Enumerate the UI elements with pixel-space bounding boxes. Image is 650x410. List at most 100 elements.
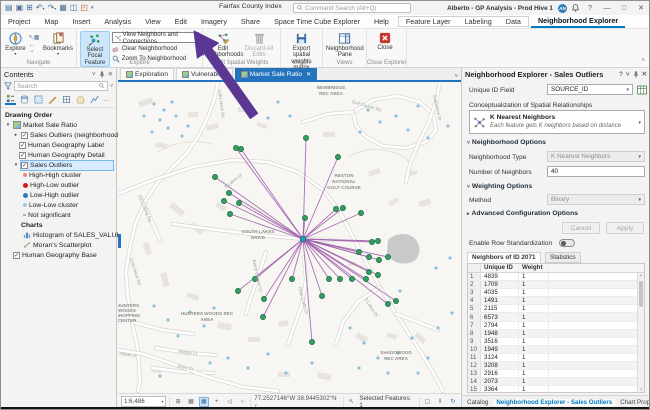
neighbor-point[interactable] [221,198,226,203]
neighbor-point[interactable] [385,254,390,259]
bottom-tab-neighborhood-explorer-sales-outliers[interactable]: Neighborhood Explorer - Sales Outliers [493,399,615,406]
feature-point[interactable] [426,356,429,359]
table-row[interactable]: 340351 [468,289,644,297]
paste-icon[interactable]: ◰ [80,3,88,13]
list-by-charts-icon[interactable] [89,94,100,105]
feature-point[interactable] [158,374,161,377]
add-feature-icon[interactable]: ⊞ [173,397,183,407]
bottom-tab-chart-properties[interactable]: Chart Properties [617,399,650,406]
neighbor-point[interactable] [385,301,390,306]
neighbor-point[interactable] [289,276,294,281]
feature-point[interactable] [166,318,169,321]
pane-menu-icon[interactable]: ˅ [626,71,630,78]
tree-item-human-geography-base[interactable]: ✓ Human Geography Base [5,250,116,260]
neighbor-point[interactable] [349,276,354,281]
tree-item-moran-scatterplot[interactable]: Moran's Scatterplot [5,240,116,250]
contents-search-input[interactable]: Search [14,81,108,91]
menu-tab-map[interactable]: Map [37,15,65,28]
filter-icon[interactable] [4,82,12,90]
feature-point[interactable] [310,361,313,364]
neighbor-point[interactable] [369,239,374,244]
neighbor-point[interactable] [337,276,342,281]
grid-toggle-icon[interactable]: ▦ [199,397,209,407]
table-row[interactable]: 217091 [468,281,644,289]
table-row[interactable]: 1420731 [468,378,644,386]
notifications-icon[interactable] [572,4,579,12]
feature-point[interactable] [416,371,419,374]
neighbor-point[interactable] [358,210,363,215]
menu-tab-labeling[interactable]: Labeling [458,17,499,26]
layer-checkbox[interactable]: ✓ [19,152,26,159]
neighbor-point[interactable] [319,293,324,298]
table-row[interactable]: 1131241 [468,354,644,362]
table-row[interactable]: 665731 [468,313,644,321]
list-by-editing-icon[interactable] [47,94,58,105]
view-tab-market-sale-ratio[interactable]: Market Sale Ratio✕ [235,68,317,80]
neighborhood-pane-button[interactable]: Neighborhood Pane [326,31,364,59]
apply-button[interactable]: Apply [606,222,644,234]
command-search-input[interactable]: Command Search (Alt+Q) [293,3,411,13]
pin-icon[interactable] [99,71,105,78]
feature-point[interactable] [276,100,279,103]
neighbor-point[interactable] [333,206,338,211]
method-select[interactable]: Binary▾ [547,194,645,205]
table-scrollbar[interactable]: ˄˅ [637,273,644,392]
feature-point[interactable] [226,356,229,359]
menu-tab-feature-layer[interactable]: Feature Layer [399,17,458,26]
neighbors-table[interactable]: Unique ID Weight 14839121709134035141491… [467,263,645,393]
add-data-icon[interactable]: ⊞ [26,3,33,13]
tree-item-human-geography-label[interactable]: ✓ Human Geography Label [5,140,116,150]
feature-point[interactable] [166,126,169,129]
menu-tab-edit[interactable]: Edit [168,15,194,28]
bottom-tab-catalog[interactable]: Catalog [464,399,491,406]
view-tab-exploration[interactable]: Exploration [120,68,174,80]
feature-point[interactable] [357,366,360,369]
menu-tab-imagery[interactable]: Imagery [194,15,234,28]
table-row[interactable]: 819481 [468,330,644,338]
neighbor-point[interactable] [302,215,307,220]
map-canvas[interactable]: NEWBRIDGEREC AREAGolf Course SqSoapstone… [118,82,461,393]
menu-tab-insert[interactable]: Insert [65,15,97,28]
table-row[interactable]: 935161 [468,338,644,346]
maximize-button[interactable]: □ [618,5,630,12]
feature-point[interactable] [202,324,205,327]
neighbor-point[interactable] [366,269,371,274]
map-scale-select[interactable]: 1:6,486▾ [121,396,166,407]
neighbor-point[interactable] [376,257,381,262]
attributes-icon[interactable]: ▢ [423,397,433,407]
layer-checkbox[interactable]: ✓ [21,162,28,169]
menu-tab-data[interactable]: Data [499,17,528,26]
list-by-selection-icon[interactable] [33,94,44,105]
pin-icon[interactable] [633,71,639,78]
neighbor-point[interactable] [236,200,241,205]
neighbor-point[interactable] [340,205,345,210]
message-icon[interactable]: ◁ [225,397,235,407]
number-of-neighbors-input[interactable]: 40 [547,166,645,177]
search-options-icon[interactable]: ˅ [110,83,113,89]
feature-point[interactable] [186,124,189,127]
feature-point[interactable] [378,120,381,123]
neighbor-point[interactable] [375,272,380,277]
tree-item-sales-outliers[interactable]: ▾ ✓ Sales Outliers [5,160,116,170]
neighbor-point[interactable] [375,238,380,243]
table-row[interactable]: 1533641 [468,386,644,393]
table-row[interactable]: 148391 [468,273,644,281]
overview-icon[interactable]: ▦ [186,397,196,407]
navigate-mini-tools[interactable]: ↖▦← → [29,31,41,54]
tree-item-sales-outliers-neighborhood[interactable]: ▸✓ Sales Outliers (neighborhood) [5,130,116,140]
feature-point[interactable] [170,100,173,103]
clear-neighborhood-button[interactable]: Clear Neighborhood [112,44,199,53]
feature-point[interactable] [212,306,215,309]
map-tool-icon[interactable]: ▦ [59,3,67,13]
feature-point[interactable] [266,116,269,119]
row-standardization-toggle[interactable] [559,239,575,247]
neighborhood-type-select[interactable]: K Nearest Neighbors▾ [547,151,645,162]
feature-point[interactable] [246,366,249,369]
feature-point[interactable] [410,336,413,339]
crosshair-icon[interactable]: + [212,397,222,407]
feature-point[interactable] [162,108,165,111]
neighbor-point[interactable] [326,276,331,281]
feature-point[interactable] [394,114,397,117]
close-explorer-button[interactable]: Close [370,31,400,51]
section-weighting-options[interactable]: ˅Weighting Options [467,183,532,190]
